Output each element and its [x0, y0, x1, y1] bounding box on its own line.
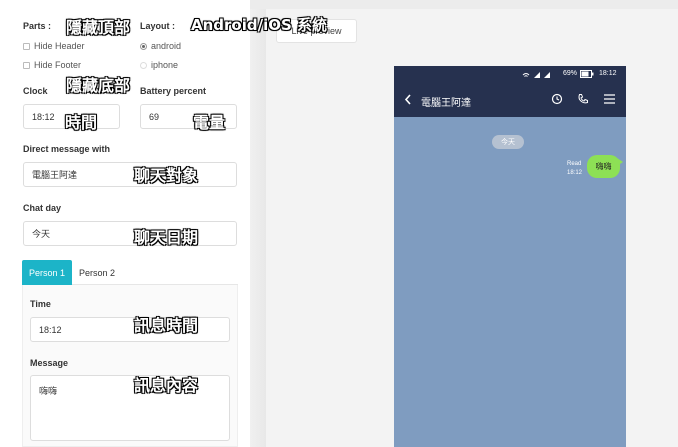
contact-name: 電腦王阿達 [421, 98, 471, 109]
layout-label: Layout : [140, 21, 175, 31]
checkbox-icon [23, 42, 30, 50]
dm-label: Direct message with [23, 144, 111, 154]
read-time: 18:12 [567, 170, 583, 176]
hide-header-label: Hide Header [34, 41, 85, 51]
annotation-battery: 電量 [193, 113, 226, 132]
clock-label: Clock [23, 86, 48, 96]
read-label: Read [567, 161, 582, 167]
annotation-dm: 聊天對象 [134, 166, 199, 185]
chat-day-label: Chat day [23, 203, 62, 213]
layout-android-label: android [151, 41, 182, 51]
phone-preview: 69% 18:12 電腦王阿達 今天 Read 18:12 嗨嗨 [394, 66, 626, 447]
battery-icon [580, 70, 594, 78]
tab-person-1[interactable]: Person 1 [22, 260, 72, 285]
hide-header-checkbox[interactable]: Hide Header [23, 41, 85, 51]
phone-call-icon[interactable] [577, 93, 589, 105]
preview-top-bar [250, 0, 678, 9]
annotation-clock: 時間 [65, 113, 98, 132]
layout-iphone-radio[interactable]: iphone [140, 60, 178, 70]
battery-percent: 69% [563, 70, 578, 77]
annotation-msg-content: 訊息內容 [134, 376, 199, 395]
layout-android-radio[interactable]: android [140, 41, 181, 51]
back-chevron-icon[interactable] [404, 94, 412, 105]
dm-input[interactable]: 電腦王阿達 [23, 162, 237, 187]
settings-panel: Parts : Hide Header Hide Footer Layout :… [0, 0, 250, 447]
chat-day-input[interactable]: 今天 [23, 221, 237, 246]
checkbox-icon [23, 61, 30, 69]
status-clock: 18:12 [599, 70, 617, 77]
search-clock-icon[interactable] [551, 93, 563, 105]
time-label: Time [30, 299, 51, 309]
message-label: Message [30, 358, 69, 368]
layout-iphone-label: iphone [151, 60, 179, 70]
hide-footer-label: Hide Footer [34, 60, 82, 70]
annotation-hide-header: 隱藏頂部 [66, 18, 131, 37]
message-bubble: 嗨嗨 [587, 155, 623, 178]
chat-header: 電腦王阿達 [394, 82, 626, 117]
panel-divider [250, 0, 266, 447]
message-textarea[interactable]: 嗨嗨 [30, 375, 230, 441]
radio-icon [140, 61, 147, 69]
battery-label: Battery percent [140, 86, 207, 96]
annotation-hide-footer: 隱藏底部 [66, 76, 131, 95]
annotation-msg-time: 訊息時間 [134, 316, 199, 335]
signal-icon [522, 72, 550, 78]
status-bar: 69% 18:12 [394, 66, 626, 82]
radio-selected-icon [140, 42, 147, 50]
day-pill: 今天 [492, 135, 524, 149]
hide-footer-checkbox[interactable]: Hide Footer [23, 60, 81, 70]
parts-label: Parts : [23, 21, 52, 31]
message-time-input[interactable]: 18:12 [30, 317, 230, 342]
annotation-chat-day: 聊天日期 [134, 228, 199, 247]
person-tabs: Person 1 Person 2 [22, 260, 238, 285]
menu-icon[interactable] [604, 94, 615, 104]
tab-person-2[interactable]: Person 2 [72, 260, 122, 285]
annotation-layout: Android/iOS 系統 [191, 16, 328, 34]
